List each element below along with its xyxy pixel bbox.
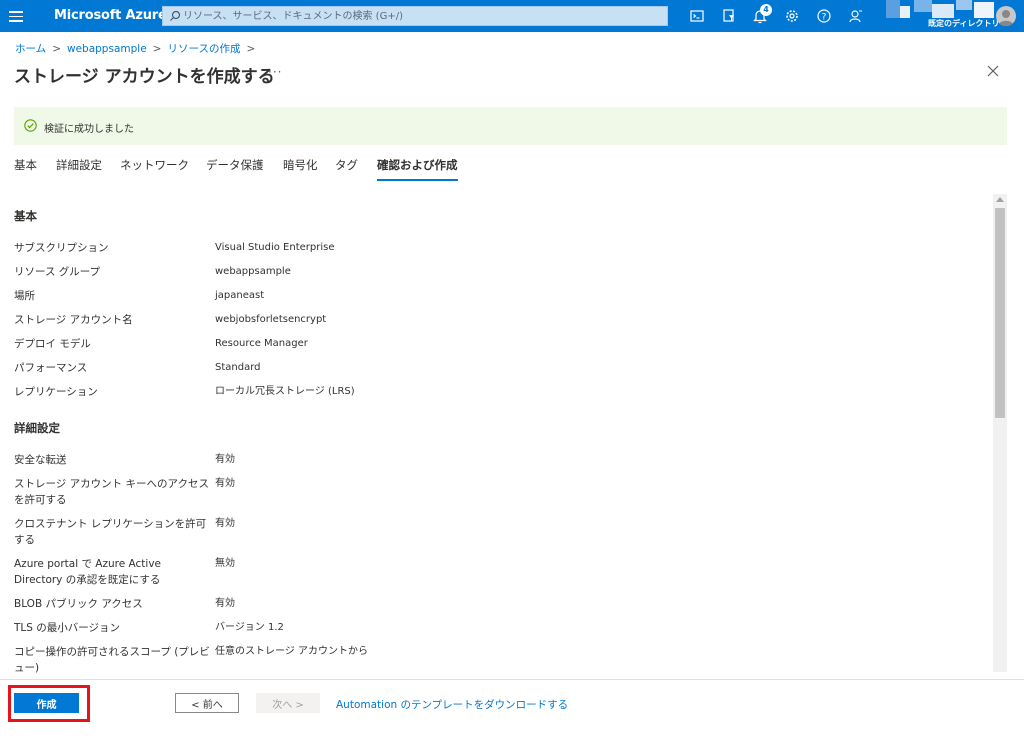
row-value: Standard [215, 362, 261, 373]
row-value: Resource Manager [215, 338, 308, 349]
check-circle-icon [24, 119, 37, 132]
section-heading-basic: 基本 [14, 209, 37, 223]
row-label: 場所 [14, 290, 35, 302]
validation-banner: 検証に成功しました [14, 107, 1007, 145]
directory-label: 既定のディレクトリ [928, 19, 1000, 28]
next-button: 次へ > [256, 693, 320, 713]
search-icon [170, 10, 181, 21]
feedback-icon[interactable] [847, 7, 865, 25]
row-value: 無効 [215, 558, 235, 569]
section-heading-advanced: 詳細設定 [14, 421, 60, 435]
notification-badge: 4 [760, 4, 772, 16]
tab-advanced[interactable]: 詳細設定 [56, 157, 102, 181]
row-label: パフォーマンス [14, 362, 88, 374]
row-value: 有効 [215, 478, 235, 489]
validation-message: 検証に成功しました [44, 124, 134, 135]
row-label: コピー操作の許可されるスコープ (プレビュー) [14, 646, 210, 674]
breadcrumb-resource-group[interactable]: webappsample [67, 43, 147, 55]
page-title: ストレージ アカウントを作成する [14, 67, 275, 87]
account-mosaic [886, 0, 994, 18]
tab-data-protection[interactable]: データ保護 [206, 157, 264, 181]
row-label: TLS の最小バージョン [14, 622, 121, 634]
help-icon[interactable]: ? [815, 7, 833, 25]
row-label: 安全な転送 [14, 454, 67, 466]
breadcrumb-create-resource[interactable]: リソースの作成 [167, 43, 240, 55]
breadcrumb-home[interactable]: ホーム [15, 43, 46, 55]
row-label: ストレージ アカウント キーへのアクセスを許可する [14, 478, 209, 506]
row-label: ストレージ アカウント名 [14, 314, 133, 326]
breadcrumb-separator: > [52, 43, 61, 55]
scroll-up-arrow-icon[interactable] [996, 197, 1004, 202]
row-value: 任意のストレージ アカウントから [215, 646, 368, 657]
vertical-scrollbar[interactable] [993, 194, 1007, 672]
footer-divider [0, 679, 1024, 680]
top-bar: Microsoft Azure 4 ? 既定のディレクトリ [0, 0, 1024, 32]
row-value: ローカル冗長ストレージ (LRS) [215, 386, 355, 397]
row-value: 有効 [215, 518, 235, 529]
row-label: BLOB パブリック アクセス [14, 598, 143, 610]
row-label: リソース グループ [14, 266, 101, 278]
hamburger-menu-icon[interactable] [9, 8, 23, 24]
row-label: Azure portal で Azure Active Directory の承… [14, 558, 161, 586]
create-button[interactable]: 作成 [14, 693, 79, 713]
row-label: レプリケーション [14, 386, 98, 398]
row-value: webjobsforletsencrypt [215, 314, 327, 325]
close-icon[interactable] [986, 64, 1000, 78]
account-area[interactable]: 既定のディレクトリ [886, 0, 1024, 32]
previous-button[interactable]: < 前へ [175, 693, 239, 713]
download-template-link[interactable]: Automation のテンプレートをダウンロードする [336, 697, 568, 712]
svg-text:?: ? [822, 13, 827, 23]
cloud-shell-icon[interactable] [688, 7, 706, 25]
brand-title[interactable]: Microsoft Azure [54, 8, 167, 23]
row-value: japaneast [215, 290, 265, 301]
breadcrumb: ホーム > webappsample > リソースの作成 > [15, 41, 261, 56]
breadcrumb-separator: > [246, 43, 256, 55]
search-input[interactable] [183, 8, 663, 24]
breadcrumb-separator: > [152, 43, 162, 55]
row-label: サブスクリプション [14, 242, 109, 254]
settings-icon[interactable] [783, 7, 801, 25]
row-label: クロステナント レプリケーションを許可する [14, 518, 207, 546]
more-options-icon[interactable]: ··· [268, 65, 282, 79]
tab-tags[interactable]: タグ [335, 157, 358, 181]
row-value: Visual Studio Enterprise [215, 242, 335, 253]
tab-basic[interactable]: 基本 [14, 157, 37, 181]
tab-review-create[interactable]: 確認および作成 [377, 157, 458, 181]
search-box[interactable] [162, 6, 668, 26]
row-value: webappsample [215, 266, 291, 277]
tab-networking[interactable]: ネットワーク [120, 157, 189, 181]
row-value: 有効 [215, 598, 235, 609]
row-value: 有効 [215, 454, 235, 465]
avatar[interactable] [996, 6, 1016, 26]
tab-encryption[interactable]: 暗号化 [283, 157, 318, 181]
review-content: 基本 サブスクリプション Visual Studio Enterprise リソ… [0, 192, 1008, 674]
scrollbar-thumb[interactable] [995, 208, 1005, 418]
row-label: デプロイ モデル [14, 338, 91, 350]
directory-filter-icon[interactable] [720, 7, 738, 25]
row-value: バージョン 1.2 [215, 622, 284, 633]
